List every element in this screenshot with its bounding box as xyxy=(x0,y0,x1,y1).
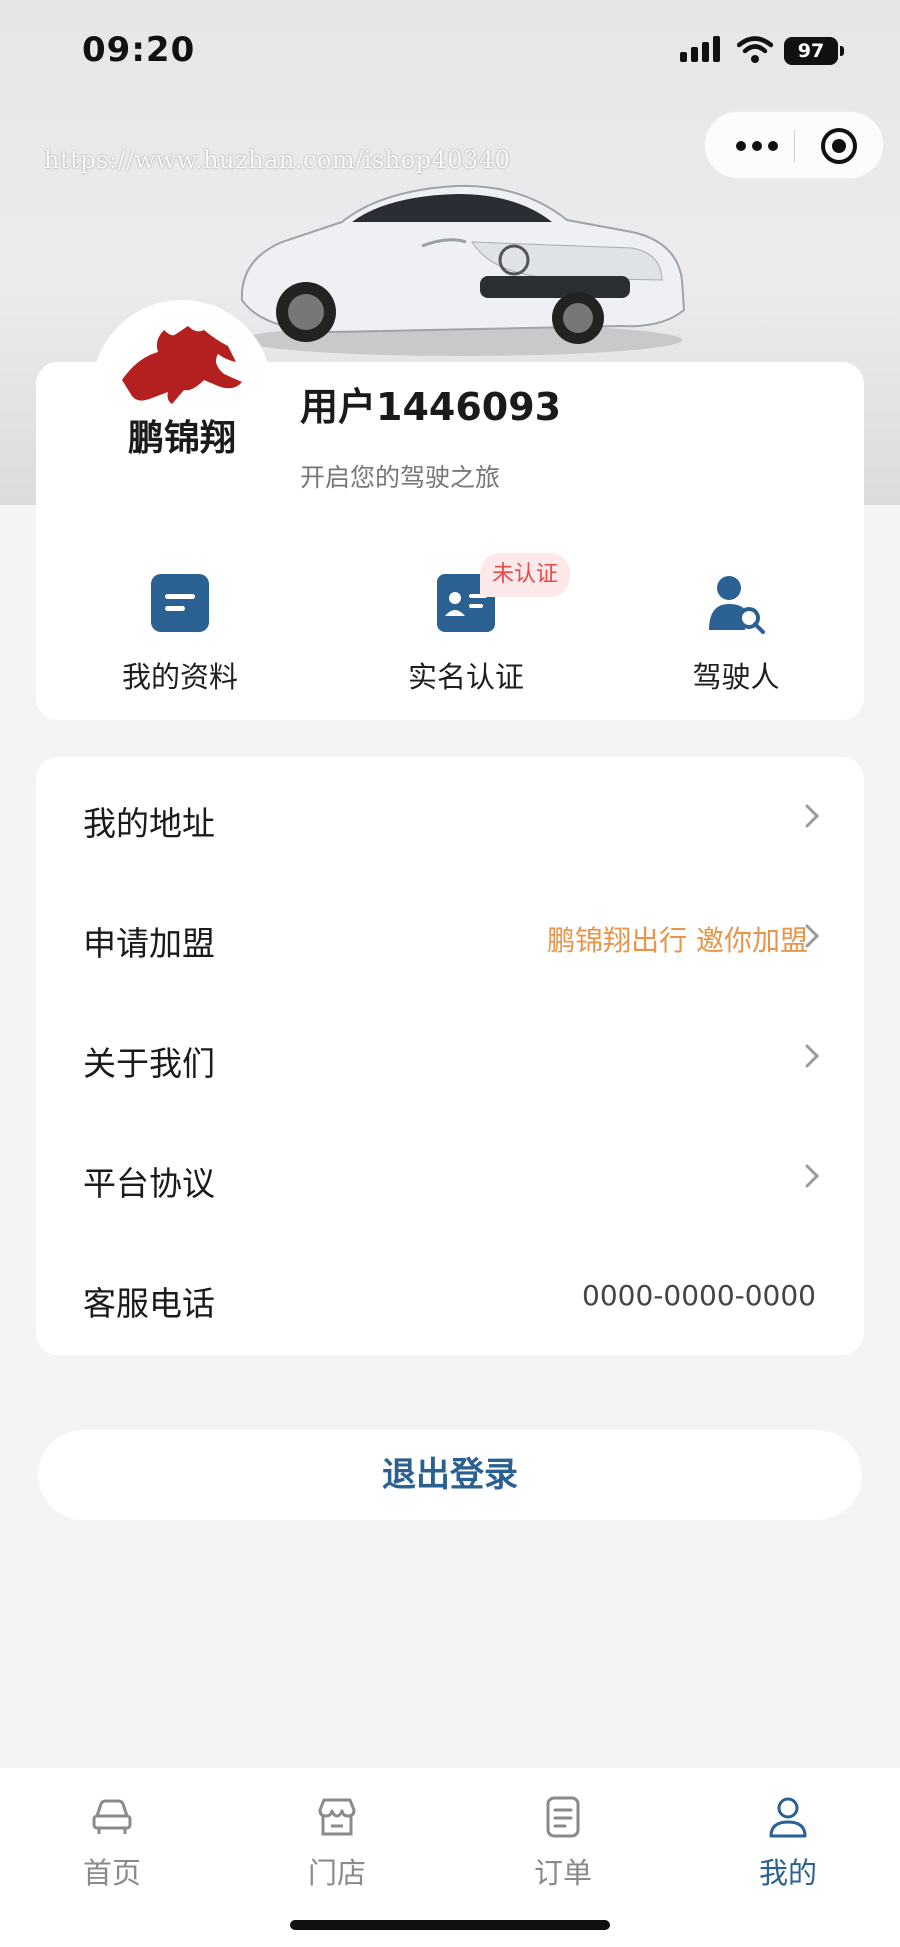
driver-label: 驾驶人 xyxy=(692,660,780,694)
tab-home-label: 首页 xyxy=(82,1856,141,1890)
chevron-right-icon xyxy=(805,924,820,948)
status-bar: 09:20 97 xyxy=(0,0,900,100)
cellular-signal-icon xyxy=(680,36,720,62)
profile-document-icon xyxy=(151,574,209,632)
menu-item-join[interactable]: 申请加盟 鹏锦翔出行 邀你加盟 xyxy=(36,877,864,997)
settings-menu: 我的地址 申请加盟 鹏锦翔出行 邀你加盟 关于我们 平台协议 客服电话 0000… xyxy=(36,757,864,1355)
battery-level: 97 xyxy=(797,40,825,62)
driver-shortcut[interactable]: 驾驶人 xyxy=(636,572,836,696)
tab-mine-label: 我的 xyxy=(758,1856,817,1890)
close-miniprogram-icon[interactable] xyxy=(819,126,859,166)
menu-item-about-us[interactable]: 关于我们 xyxy=(36,997,864,1117)
menu-item-label: 关于我们 xyxy=(83,1044,215,1083)
store-icon xyxy=(318,1798,356,1836)
order-icon xyxy=(546,1796,580,1838)
menu-item-label: 我的地址 xyxy=(83,804,215,843)
chevron-right-icon xyxy=(805,1164,820,1188)
menu-item-customer-service[interactable]: 客服电话 0000-0000-0000 xyxy=(36,1237,864,1357)
unverified-badge: 未认证 xyxy=(480,553,571,597)
menu-item-label: 客服电话 xyxy=(83,1284,215,1323)
real-name-auth-label: 实名认证 xyxy=(407,660,524,694)
home-indicator xyxy=(290,1920,610,1930)
capsule-divider xyxy=(794,130,795,162)
wifi-icon xyxy=(737,36,773,63)
status-time: 09:20 xyxy=(82,30,196,70)
avatar[interactable]: 鹏锦翔 xyxy=(92,300,272,480)
username: 用户1446093 xyxy=(300,385,562,429)
logout-button[interactable]: 退出登录 xyxy=(38,1430,862,1520)
tab-store-label: 门店 xyxy=(307,1856,366,1890)
miniprogram-capsule xyxy=(704,111,884,179)
driver-search-icon xyxy=(709,576,765,634)
battery-indicator: 97 xyxy=(784,37,844,65)
tab-home[interactable]: 首页 xyxy=(42,1794,182,1892)
logo-text: 鹏锦翔 xyxy=(128,417,236,459)
tab-orders-label: 订单 xyxy=(533,1856,592,1890)
car-image xyxy=(240,184,686,356)
tab-mine[interactable]: 我的 xyxy=(718,1794,858,1892)
menu-item-platform-agreement[interactable]: 平台协议 xyxy=(36,1117,864,1237)
menu-item-my-address[interactable]: 我的地址 xyxy=(36,757,864,877)
horse-logo-icon: 鹏锦翔 xyxy=(92,300,272,480)
chevron-right-icon xyxy=(805,804,820,828)
menu-item-label: 平台协议 xyxy=(83,1164,215,1203)
customer-service-phone: 0000-0000-0000 xyxy=(582,1279,816,1312)
my-info-label: 我的资料 xyxy=(121,660,238,694)
tab-store[interactable]: 门店 xyxy=(267,1794,407,1892)
my-info-shortcut[interactable]: 我的资料 xyxy=(80,572,280,696)
menu-item-label: 申请加盟 xyxy=(83,924,215,963)
more-options-icon[interactable] xyxy=(729,130,785,162)
tab-orders[interactable]: 订单 xyxy=(493,1794,633,1892)
car-icon xyxy=(92,1799,132,1834)
chevron-right-icon xyxy=(805,1044,820,1068)
profile-subtitle: 开启您的驾驶之旅 xyxy=(300,463,501,492)
user-icon xyxy=(769,1797,807,1838)
join-invite-text: 鹏锦翔出行 邀你加盟 xyxy=(547,924,808,957)
